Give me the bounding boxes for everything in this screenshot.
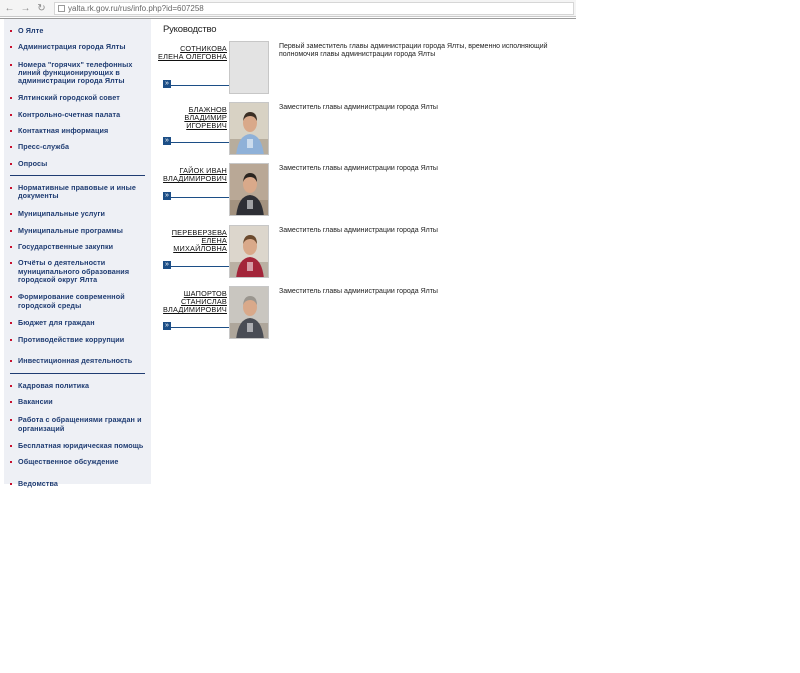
sidebar-item[interactable]: Бесплатная юридическая помощь (4, 441, 151, 450)
sidebar-item[interactable]: Муниципальные услуги (4, 209, 151, 218)
staff-card: БЛАЖНОВ ВЛАДИМИР ИГОРЕВИЧ» Заместитель гл… (163, 102, 576, 156)
sidebar-item[interactable]: Работа с обращениями граждан и организац… (4, 416, 151, 433)
staff-name-link[interactable]: СОТНИКОВА ЕЛЕНА ОЛЕГОВНА (157, 45, 227, 61)
staff-name-link[interactable]: ШАПОРТОВ СТАНИСЛАВ ВЛАДИМИРОВИЧ (157, 290, 227, 314)
staff-role: Заместитель главы администрации города Я… (279, 288, 438, 295)
sidebar-item[interactable]: Государственные закупки (4, 242, 151, 251)
divider (171, 266, 229, 267)
staff-role: Заместитель главы администрации города Я… (279, 227, 438, 234)
staff-role: Заместитель главы администрации города Я… (279, 104, 438, 111)
sidebar-item[interactable]: Бюджет для граждан (4, 318, 151, 327)
sidebar-item[interactable]: Ведомства (4, 479, 151, 488)
forward-icon[interactable]: → (19, 2, 32, 15)
main-content: Руководство СОТНИКОВА ЕЛЕНА ОЛЕГОВНА » Пер… (158, 24, 576, 339)
sidebar-menu: О Ялте Администрация города Ялты Номера "г… (4, 19, 151, 488)
address-bar[interactable]: yalta.rk.gov.ru/rus/info.php?id=607258 (54, 1, 574, 15)
sidebar-item[interactable]: О Ялте (4, 26, 151, 35)
sidebar-item[interactable]: Кадровая политика (4, 381, 151, 390)
staff-photo[interactable] (229, 102, 269, 155)
sidebar-item[interactable]: Опросы (4, 159, 151, 168)
staff-card: ПЕРЕВЕРЗЕВА ЕЛЕНА МИХАЙЛОВНА» Заместитель… (163, 225, 576, 279)
more-arrow-icon[interactable]: » (163, 322, 171, 330)
sidebar-item[interactable]: Вакансии (4, 397, 151, 406)
staff-card: ГАЙОК ИВАН ВЛАДИМИРОВИЧ» Заместитель глав… (163, 163, 576, 217)
staff-photo[interactable] (229, 41, 269, 94)
browser-toolbar: ← → ↻ yalta.rk.gov.ru/rus/info.php?id=60… (0, 0, 576, 17)
sidebar-divider (10, 372, 145, 374)
sidebar-item[interactable]: Администрация города Ялты (4, 42, 151, 51)
sidebar-item[interactable]: Муниципальные программы (4, 226, 151, 235)
staff-role: Заместитель главы администрации города Я… (279, 165, 438, 172)
more-arrow-icon[interactable]: » (163, 261, 171, 269)
sidebar-item[interactable]: Противодействие коррупции (4, 335, 151, 344)
sidebar-item[interactable]: Ялтинский городской совет (4, 94, 151, 102)
page-title: Руководство (163, 24, 217, 35)
sidebar-item[interactable]: Контактная информация (4, 126, 151, 135)
more-arrow-icon[interactable]: » (163, 137, 171, 145)
staff-name-link[interactable]: ГАЙОК ИВАН ВЛАДИМИРОВИЧ (157, 167, 227, 183)
sidebar-item[interactable]: Общественное обсуждение (4, 458, 151, 466)
staff-role: Первый заместитель главы администрации г… (279, 43, 548, 59)
back-icon[interactable]: ← (3, 2, 16, 15)
sidebar-item[interactable]: Формирование современной городской среды (4, 293, 151, 310)
sidebar-item[interactable]: Нормативные правовые и иные документы (4, 183, 151, 201)
staff-card: СОТНИКОВА ЕЛЕНА ОЛЕГОВНА » Первый заместит… (158, 41, 576, 95)
divider (171, 85, 229, 86)
staff-card: ШАПОРТОВ СТАНИСЛАВ ВЛАДИМИРОВИЧ» Заместит… (163, 286, 576, 340)
more-arrow-icon[interactable]: » (163, 192, 171, 200)
sidebar-item[interactable]: Номера "горячих" телефонных линий функци… (4, 60, 151, 86)
staff-name-link[interactable]: ПЕРЕВЕРЗЕВА ЕЛЕНА МИХАЙЛОВНА (157, 229, 227, 253)
sidebar: О Ялте Администрация города Ялты Номера "г… (4, 19, 151, 487)
reload-icon[interactable]: ↻ (35, 2, 48, 15)
divider (171, 197, 229, 198)
sidebar-item[interactable]: Контрольно-счетная палата (4, 110, 151, 119)
url-text: yalta.rk.gov.ru/rus/info.php?id=607258 (68, 3, 204, 13)
sidebar-item[interactable]: Инвестиционная деятельность (4, 356, 151, 365)
page-info-icon[interactable] (58, 4, 65, 12)
sidebar-divider (10, 174, 145, 176)
staff-photo[interactable] (229, 163, 269, 216)
staff-photo[interactable] (229, 225, 269, 278)
more-arrow-icon[interactable]: » (163, 80, 171, 88)
staff-name-link[interactable]: БЛАЖНОВ ВЛАДИМИР ИГОРЕВИЧ (157, 106, 227, 130)
divider (171, 142, 229, 143)
divider (171, 327, 229, 328)
sidebar-item[interactable]: Отчёты о деятельности муниципального обр… (4, 259, 151, 284)
staff-photo[interactable] (229, 286, 269, 339)
sidebar-item[interactable]: Пресс-служба (4, 143, 151, 151)
